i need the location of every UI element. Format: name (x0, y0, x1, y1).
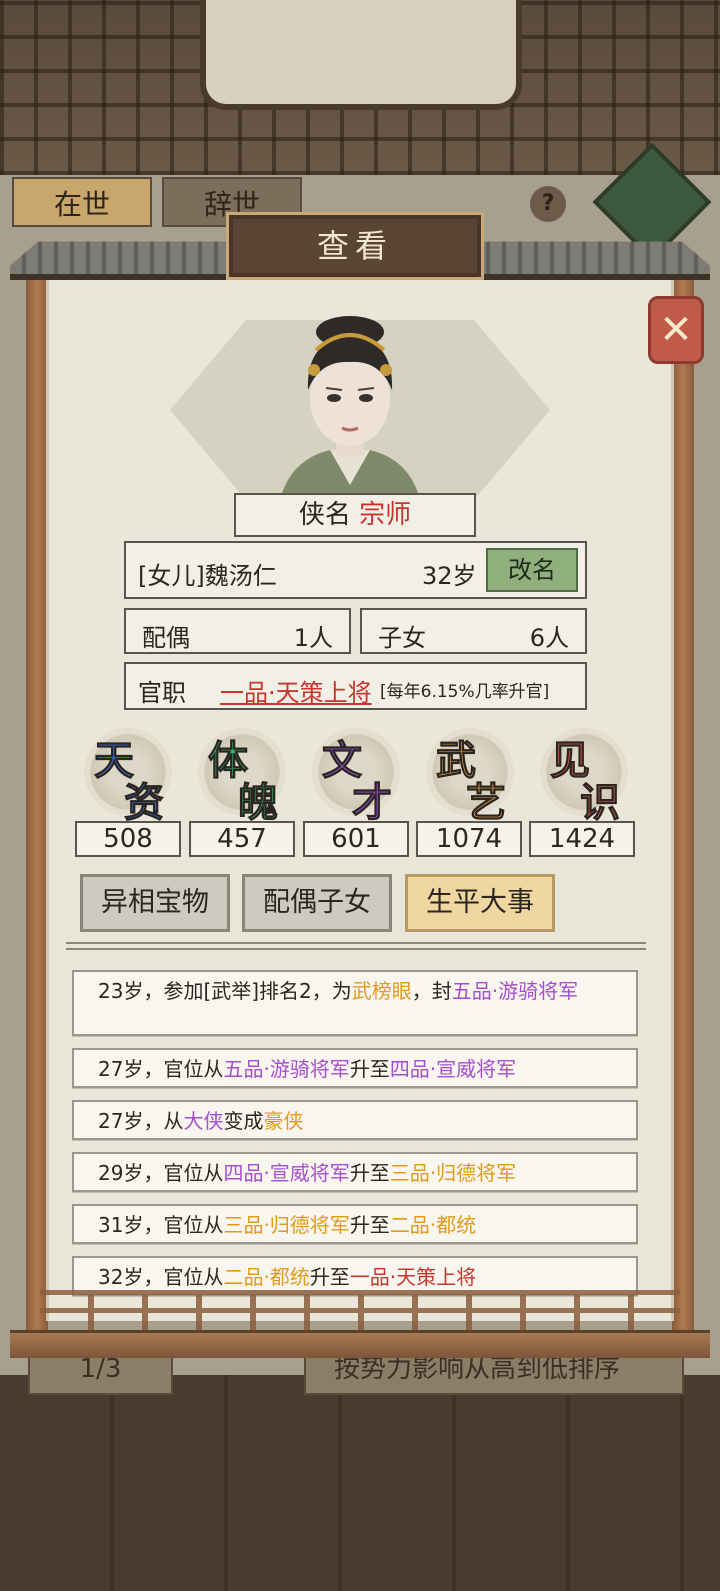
literary-value: 601 (303, 821, 409, 857)
event-highlight: 二品·都统 (223, 1265, 310, 1289)
event-item: 31岁，官位从三品·归德将军升至二品·都统 (72, 1204, 638, 1244)
literary-icon: 文 才 (308, 724, 404, 827)
office-value[interactable]: 一品·天策上将 (220, 673, 372, 708)
character-age: 32岁 (422, 562, 477, 590)
event-text: ，封 (411, 979, 452, 1003)
scroll-rail-right (672, 270, 694, 1345)
event-item: 27岁，官位从五品·游骑将军升至四品·宣威将军 (72, 1048, 638, 1088)
spouse-row: 配偶 1人 (124, 608, 351, 654)
martial-icon: 武 艺 (422, 724, 518, 827)
help-icon[interactable]: ? (530, 186, 566, 222)
talent-value: 508 (75, 821, 181, 857)
hero-title-label: 侠名 (298, 500, 351, 530)
tab-treasure[interactable]: 异相宝物 (80, 874, 230, 932)
tab-life-events[interactable]: 生平大事 (405, 874, 555, 932)
stat-char: 识 (580, 779, 621, 827)
stat-char: 艺 (466, 779, 507, 827)
close-icon: ✕ (659, 307, 693, 353)
stat-char: 资 (124, 779, 165, 827)
event-text: 23岁，参加[武举]排名2，为 (98, 979, 352, 1003)
martial-value: 1074 (416, 821, 522, 857)
children-label: 子女 (378, 624, 426, 652)
children-count: 6人 (529, 624, 569, 652)
wall-painting (200, 0, 522, 110)
character-portrait (280, 316, 420, 500)
office-row: 官职 一品·天策上将 [每年6.15%几率升官] (124, 662, 587, 710)
section-divider (66, 942, 646, 950)
knowledge-icon: 见 识 (536, 724, 632, 827)
rename-button[interactable]: 改名 (486, 548, 578, 592)
event-text: 27岁，官位从 (98, 1057, 224, 1081)
stat-char: 才 (352, 779, 393, 827)
event-text: 升至 (349, 1057, 390, 1081)
scroll-rail-left (26, 270, 48, 1345)
event-item: 27岁，从大侠变成豪侠 (72, 1100, 638, 1140)
office-label: 官职 (138, 679, 186, 707)
event-text: 变成 (223, 1109, 264, 1133)
event-highlight: 五品·游骑将军 (451, 979, 579, 1003)
event-text: 升至 (309, 1265, 350, 1289)
character-name: [女儿]魏汤仁 (138, 562, 277, 590)
name-row: [女儿]魏汤仁 32岁 改名 (124, 541, 587, 599)
event-highlight: 三品·归德将军 (389, 1161, 517, 1185)
spouse-label: 配偶 (142, 624, 190, 652)
event-highlight: 一品·天策上将 (349, 1265, 477, 1289)
event-text: 29岁，官位从 (98, 1161, 224, 1185)
event-text: 27岁，从 (98, 1109, 184, 1133)
event-highlight: 二品·都统 (389, 1213, 477, 1237)
knowledge-value: 1424 (529, 821, 635, 857)
promotion-chance: [每年6.15%几率升官] (380, 682, 550, 702)
event-item: 23岁，参加[武举]排名2，为武榜眼，封五品·游骑将军 (72, 970, 638, 1036)
children-row: 子女 6人 (360, 608, 587, 654)
event-highlight: 三品·归德将军 (223, 1213, 350, 1237)
close-button[interactable]: ✕ (648, 296, 704, 364)
event-text: 31岁，官位从 (98, 1213, 224, 1237)
tab-family[interactable]: 配偶子女 (242, 874, 392, 932)
event-highlight: 五品·游骑将军 (223, 1057, 350, 1081)
event-highlight: 武榜眼 (351, 979, 412, 1003)
hero-title-value: 宗师 (359, 500, 412, 530)
tab-alive[interactable]: 在世 (12, 177, 152, 227)
dialog-title: 查看 (226, 212, 484, 280)
event-text: 升至 (349, 1213, 390, 1237)
event-text: 升至 (349, 1161, 390, 1185)
physique-value: 457 (189, 821, 295, 857)
hero-title-box: 侠名 宗师 (234, 493, 476, 537)
stat-char: 魄 (238, 779, 279, 827)
event-text: 32岁，官位从 (98, 1265, 224, 1289)
panel-bottom-beam (10, 1330, 710, 1358)
talent-icon: 天 资 (80, 724, 176, 827)
physique-icon: 体 魄 (194, 724, 290, 827)
event-highlight: 豪侠 (263, 1109, 304, 1133)
event-highlight: 大侠 (183, 1109, 224, 1133)
panel-bottom-lattice (40, 1290, 680, 1332)
event-item: 29岁，官位从四品·宣威将军升至三品·归德将军 (72, 1152, 638, 1192)
background-floor (0, 1375, 720, 1591)
event-highlight: 四品·宣威将军 (389, 1057, 517, 1081)
spouse-count: 1人 (293, 624, 333, 652)
event-highlight: 四品·宣威将军 (223, 1161, 350, 1185)
